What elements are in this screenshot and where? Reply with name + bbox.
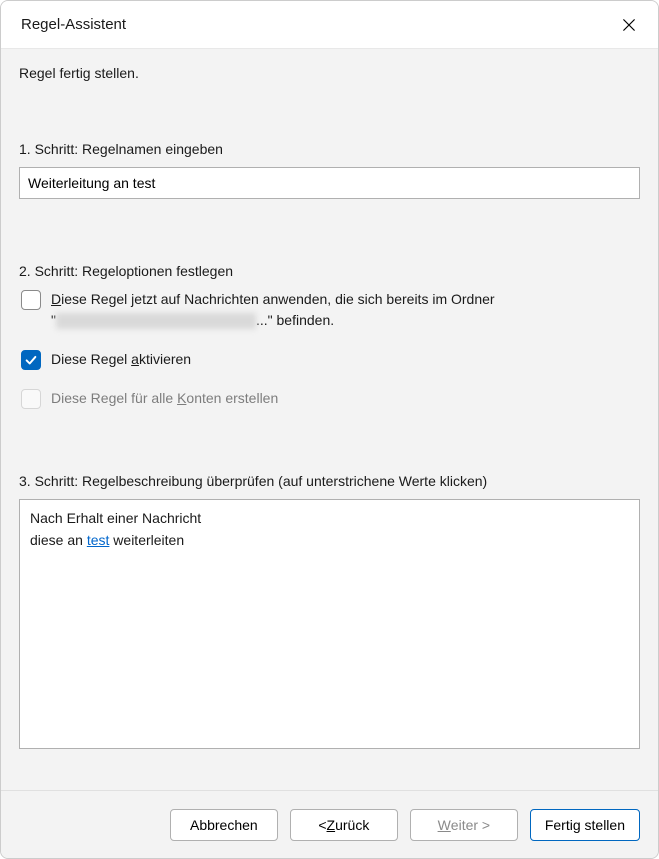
activate-rule-row: Diese Regel aktivieren: [19, 349, 640, 370]
forward-target-link[interactable]: test: [87, 532, 110, 548]
next-button: Weiter >: [410, 809, 518, 841]
dialog-content: Regel fertig stellen. 1. Schritt: Regeln…: [1, 49, 658, 790]
apply-now-checkbox[interactable]: [21, 290, 41, 310]
desc-line2: diese an test weiterleiten: [30, 530, 629, 552]
dialog-footer: Abbrechen < Zurück Weiter > Fertig stell…: [1, 790, 658, 858]
desc-line1: Nach Erhalt einer Nachricht: [30, 508, 629, 530]
titlebar: Regel-Assistent: [1, 1, 658, 49]
step3-section: 3. Schritt: Regelbeschreibung überprüfen…: [19, 473, 640, 790]
rule-name-input[interactable]: [19, 167, 640, 199]
step2-label: 2. Schritt: Regeloptionen festlegen: [19, 263, 640, 279]
check-icon: [24, 353, 38, 367]
rules-wizard-dialog: Regel-Assistent Regel fertig stellen. 1.…: [0, 0, 659, 859]
all-accounts-checkbox: [21, 389, 41, 409]
dialog-title: Regel-Assistent: [21, 16, 126, 33]
back-button[interactable]: < Zurück: [290, 809, 398, 841]
close-button[interactable]: [614, 10, 644, 40]
step3-label: 3. Schritt: Regelbeschreibung überprüfen…: [19, 473, 640, 489]
dialog-subtitle: Regel fertig stellen.: [19, 65, 640, 81]
all-accounts-label: Diese Regel für alle Konten erstellen: [51, 388, 640, 409]
apply-now-row: Diese Regel jetzt auf Nachrichten anwend…: [19, 289, 640, 331]
step1-section: 1. Schritt: Regelnamen eingeben: [19, 141, 640, 199]
finish-button[interactable]: Fertig stellen: [530, 809, 640, 841]
rule-description-box[interactable]: Nach Erhalt einer Nachricht diese an tes…: [19, 499, 640, 749]
folder-name-redacted: [56, 313, 256, 329]
close-icon: [622, 18, 636, 32]
apply-now-label: Diese Regel jetzt auf Nachrichten anwend…: [51, 289, 640, 331]
step1-label: 1. Schritt: Regelnamen eingeben: [19, 141, 640, 157]
cancel-button[interactable]: Abbrechen: [170, 809, 278, 841]
all-accounts-row: Diese Regel für alle Konten erstellen: [19, 388, 640, 409]
step2-section: 2. Schritt: Regeloptionen festlegen Dies…: [19, 263, 640, 423]
activate-rule-label: Diese Regel aktivieren: [51, 349, 640, 370]
activate-rule-checkbox[interactable]: [21, 350, 41, 370]
